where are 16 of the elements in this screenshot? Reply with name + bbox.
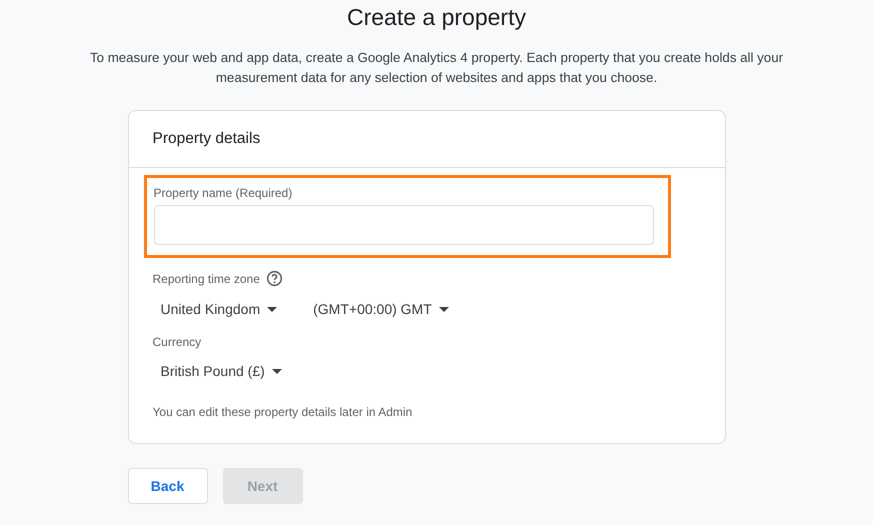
field-label: Currency xyxy=(152,335,202,349)
dropdown[interactable]: United Kingdom xyxy=(152,295,286,323)
back-button[interactable]: Back xyxy=(128,468,208,504)
intro-text: To measure your web and app data, create a Google Analytics 4 property. Each property that you create holds all your measurement data for any selection of websites and apps that you choose. xyxy=(88,49,784,87)
field-label: Reporting time zone xyxy=(152,272,260,286)
field-label: Property name (Required) xyxy=(154,186,294,200)
caret-icon xyxy=(267,306,278,312)
card-title: Property details xyxy=(152,130,260,148)
property-name-field[interactable] xyxy=(154,205,654,245)
dropdown[interactable]: British Pound (£) xyxy=(152,357,290,385)
page-title: Create a property xyxy=(347,3,526,32)
caret-icon xyxy=(438,306,449,312)
note-text: You can edit these property details later in Admin xyxy=(152,405,414,419)
caret-icon xyxy=(272,368,282,374)
help-icon[interactable] xyxy=(266,270,283,287)
dropdown[interactable]: (GMT+00:00) GMT xyxy=(305,295,457,323)
